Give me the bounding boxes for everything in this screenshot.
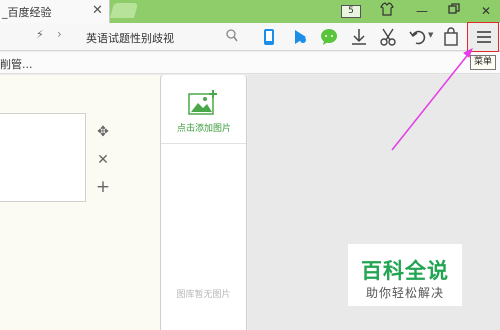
- empty-gallery-text: 图库暂无图片: [176, 290, 231, 300]
- download-icon[interactable]: [349, 27, 369, 47]
- bag-icon[interactable]: [441, 27, 461, 47]
- restore-icon[interactable]: [443, 2, 465, 20]
- tab-bar: _百度经验 ✕ 5 — ✕: [0, 0, 500, 23]
- undo-icon[interactable]: [408, 27, 428, 47]
- add-image-label: 点击添加图片: [176, 124, 231, 134]
- watermark-title: 百科全说: [361, 259, 449, 283]
- tab-title: _百度经验: [2, 6, 52, 19]
- bookmark-item[interactable]: 削管...: [0, 56, 33, 72]
- address-bar: ⚡ › 英语试题性别歧视 ▼: [0, 23, 500, 51]
- chevron-right-icon[interactable]: ›: [57, 27, 62, 41]
- add-image-button[interactable]: 点击添加图片: [163, 85, 245, 137]
- tab-counter-badge[interactable]: 5: [341, 5, 361, 18]
- close-icon[interactable]: ✕: [95, 152, 111, 168]
- close-window-icon[interactable]: ✕: [475, 2, 497, 20]
- phone-icon[interactable]: [259, 27, 279, 47]
- play-icon[interactable]: [290, 27, 310, 47]
- watermark-subtitle: 助你轻松解决: [365, 286, 444, 300]
- plus-icon[interactable]: +: [95, 179, 111, 196]
- minimize-icon[interactable]: —: [411, 2, 433, 20]
- browser-window: _百度经验 ✕ 5 — ✕ ⚡ › 英语试题性别歧视 ▼ 削管... 菜单 ✥ …: [0, 0, 500, 330]
- menu-tooltip: 菜单: [470, 55, 497, 70]
- scissors-icon[interactable]: [378, 27, 398, 47]
- tab-active[interactable]: _百度经验 ✕: [0, 0, 110, 23]
- text-block[interactable]: [0, 113, 86, 202]
- search-icon[interactable]: [226, 29, 238, 43]
- search-query-text[interactable]: 英语试题性别歧视: [86, 30, 174, 46]
- flash-icon[interactable]: ⚡: [36, 28, 44, 41]
- tab-close-icon[interactable]: ✕: [92, 3, 103, 18]
- move-icon[interactable]: ✥: [95, 124, 111, 140]
- watermark-logo: 百科全说 助你轻松解决: [348, 244, 462, 306]
- dropdown-arrow-icon[interactable]: ▼: [428, 31, 433, 39]
- chat-icon[interactable]: [319, 27, 339, 47]
- menu-button[interactable]: [467, 22, 499, 52]
- divider: [161, 143, 246, 144]
- new-tab-button[interactable]: [109, 3, 139, 18]
- add-image-icon: [188, 90, 217, 115]
- bookmark-bar: 削管...: [0, 52, 500, 74]
- menu-icon: [477, 31, 491, 43]
- shirt-skin-icon[interactable]: [376, 2, 398, 20]
